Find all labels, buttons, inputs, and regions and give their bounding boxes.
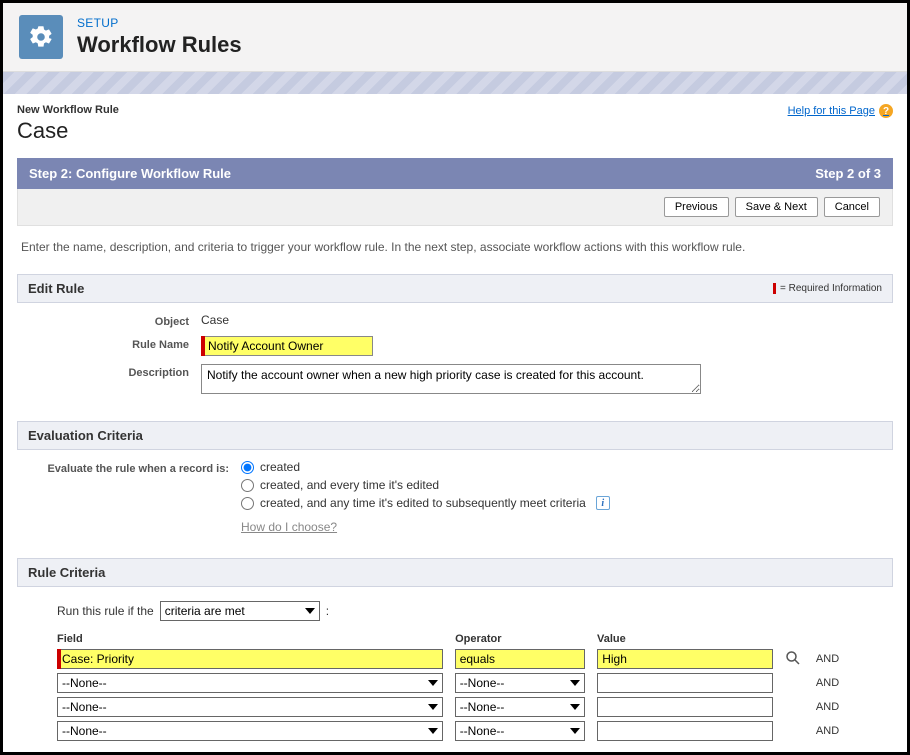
- edit-rule-header: Edit Rule = Required Information: [17, 274, 893, 303]
- criteria-operator-select[interactable]: --None--: [455, 721, 586, 741]
- evaluation-title: Evaluation Criteria: [28, 428, 143, 443]
- help-icon: ?: [879, 104, 893, 118]
- col-operator-header: Operator: [455, 633, 585, 645]
- col-field-header: Field: [57, 633, 443, 645]
- radio-created-input[interactable]: [241, 461, 254, 474]
- rule-name-label: Rule Name: [31, 336, 201, 351]
- col-value-header: Value: [597, 633, 773, 645]
- page-title: Workflow Rules: [77, 32, 242, 58]
- object-label: Object: [31, 313, 201, 328]
- step-bar: Step 2: Configure Workflow Rule Step 2 o…: [17, 158, 893, 189]
- radio-created-subsequent-input[interactable]: [241, 497, 254, 510]
- help-link[interactable]: Help for this Page ?: [788, 104, 893, 118]
- edit-rule-title: Edit Rule: [28, 281, 84, 296]
- setup-label: SETUP: [77, 16, 242, 30]
- entity-title: Case: [17, 118, 119, 144]
- criteria-value-input[interactable]: [597, 649, 773, 669]
- step-title: Step 2: Configure Workflow Rule: [29, 166, 231, 181]
- required-legend: = Required Information: [773, 283, 882, 294]
- evaluation-header: Evaluation Criteria: [17, 421, 893, 450]
- cancel-button[interactable]: Cancel: [824, 197, 880, 217]
- criteria-row: Case: Priority equals AND: [57, 649, 853, 669]
- rule-criteria-header: Rule Criteria: [17, 558, 893, 587]
- criteria-row: --None-- --None-- AND: [57, 697, 853, 717]
- radio-created-edited[interactable]: created, and every time it's edited: [241, 478, 879, 492]
- radio-created[interactable]: created: [241, 460, 879, 474]
- save-next-button[interactable]: Save & Next: [735, 197, 818, 217]
- info-icon[interactable]: i: [596, 496, 610, 510]
- criteria-operator-select[interactable]: --None--: [455, 697, 586, 717]
- and-label: AND: [816, 701, 853, 713]
- radio-created-subsequent[interactable]: created, and any time it's edited to sub…: [241, 496, 879, 510]
- radio-created-edited-input[interactable]: [241, 479, 254, 492]
- decorative-bar: [3, 72, 907, 94]
- rule-name-input[interactable]: [201, 336, 373, 356]
- criteria-operator-select[interactable]: equals: [455, 649, 586, 669]
- and-label: AND: [816, 653, 853, 665]
- object-value: Case: [201, 313, 879, 327]
- and-label: AND: [816, 725, 853, 737]
- rule-criteria-title: Rule Criteria: [28, 565, 105, 580]
- criteria-field-select[interactable]: --None--: [57, 697, 443, 717]
- criteria-value-input[interactable]: [597, 697, 773, 717]
- breadcrumb: New Workflow Rule: [17, 104, 119, 116]
- criteria-operator-select[interactable]: --None--: [455, 673, 586, 693]
- step-progress: Step 2 of 3: [815, 166, 881, 181]
- run-rule-select[interactable]: criteria are met: [160, 601, 320, 621]
- description-textarea[interactable]: Notify the account owner when a new high…: [201, 364, 701, 394]
- criteria-field-select[interactable]: Case: Priority: [57, 649, 443, 669]
- gear-icon: [19, 15, 63, 59]
- criteria-field-select[interactable]: --None--: [57, 721, 443, 741]
- lookup-icon[interactable]: [785, 650, 801, 666]
- instructions-text: Enter the name, description, and criteri…: [17, 226, 893, 268]
- criteria-value-input[interactable]: [597, 721, 773, 741]
- previous-button[interactable]: Previous: [664, 197, 729, 217]
- run-label-pre: Run this rule if the: [57, 604, 154, 618]
- how-choose-link[interactable]: How do I choose?: [241, 520, 337, 534]
- help-link-label: Help for this Page: [788, 105, 875, 117]
- run-label-post: :: [326, 604, 329, 618]
- evaluation-prompt: Evaluate the rule when a record is:: [31, 460, 241, 475]
- button-bar: Previous Save & Next Cancel: [17, 189, 893, 226]
- criteria-value-input[interactable]: [597, 673, 773, 693]
- criteria-row: --None-- --None-- AND: [57, 673, 853, 693]
- criteria-row: --None-- --None-- AND: [57, 721, 853, 741]
- criteria-field-select[interactable]: --None--: [57, 673, 443, 693]
- setup-header: SETUP Workflow Rules: [3, 3, 907, 72]
- and-label: AND: [816, 677, 853, 689]
- description-label: Description: [31, 364, 201, 379]
